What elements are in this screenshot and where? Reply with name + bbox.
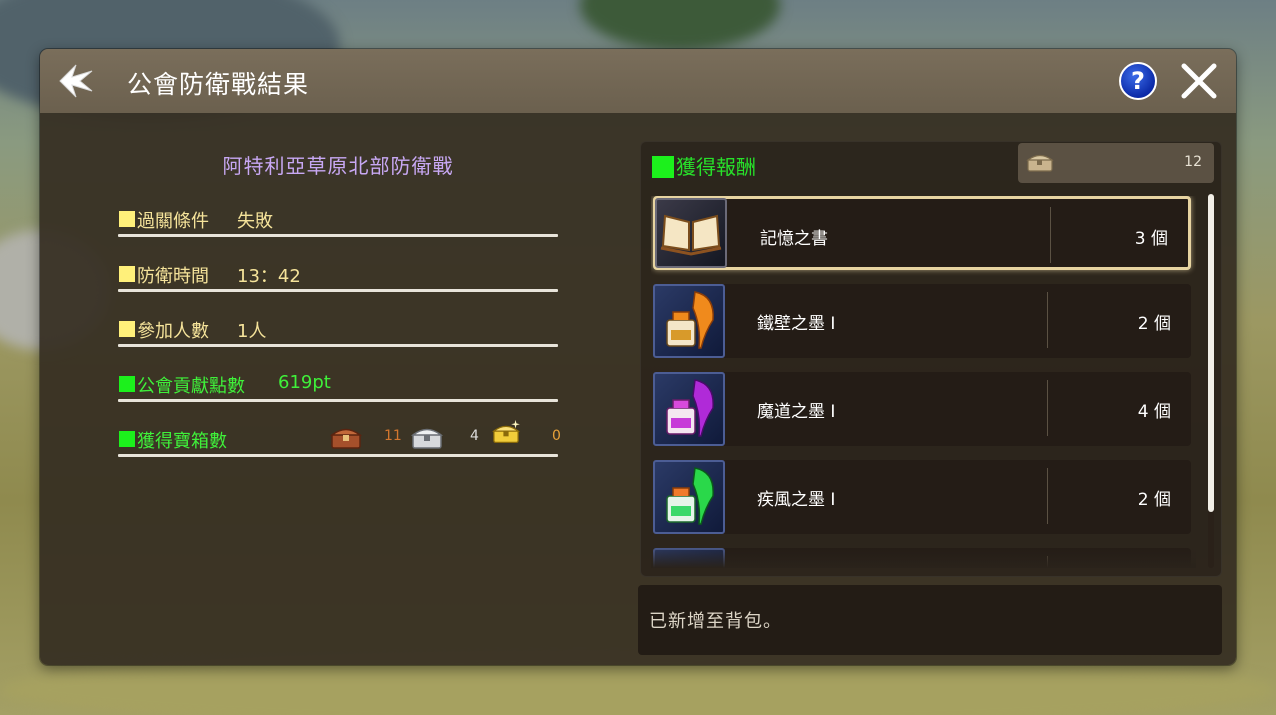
back-arrow-icon	[59, 64, 93, 98]
reward-panel: 獲得報酬 12 記憶之書 3 個 鐵壁之墨 I 2 個 魔道之墨 I 4 個 疾…	[640, 141, 1222, 577]
stat-value: 失敗	[237, 211, 273, 232]
divider	[1047, 468, 1048, 524]
message-box: 已新增至背包。	[638, 585, 1222, 655]
scrollbar-thumb[interactable]	[1208, 194, 1214, 512]
item-name: 疾風之墨 I	[757, 490, 836, 510]
silver-chest-count: 4	[470, 428, 479, 444]
stat-row-chests: 獲得寶箱數 11 4 0	[118, 419, 561, 457]
divider	[1047, 292, 1048, 348]
green-bullet-icon	[119, 431, 135, 447]
stat-value: 1人	[237, 321, 267, 342]
divider	[118, 454, 558, 457]
close-icon	[1181, 63, 1217, 99]
stat-row-condition: 過關條件 失敗	[118, 201, 558, 237]
bronze-chest-icon	[330, 428, 362, 449]
orange-ink-quill-icon	[653, 284, 725, 358]
bronze-chest-count: 11	[384, 428, 402, 444]
help-icon: ?	[1131, 67, 1145, 95]
reward-item[interactable]: 疾風之墨 I 2 個	[653, 460, 1191, 534]
yellow-bullet-icon	[119, 321, 135, 337]
reward-item[interactable]: 鐵壁之墨 I 2 個	[653, 284, 1191, 358]
green-bullet-icon	[119, 376, 135, 392]
gold-chest-icon	[491, 419, 521, 444]
close-button[interactable]	[1178, 60, 1220, 102]
divider	[118, 234, 558, 237]
reward-total-box: 12	[1018, 143, 1214, 183]
scrollbar[interactable]	[1208, 194, 1214, 568]
divider	[118, 399, 558, 402]
reward-title: 獲得報酬	[652, 151, 756, 180]
message-text: 已新增至背包。	[649, 611, 782, 632]
reward-total-count: 12	[1184, 154, 1202, 170]
stat-label: 公會貢獻點數	[137, 376, 245, 397]
back-button[interactable]	[56, 61, 96, 101]
reward-title-text: 獲得報酬	[676, 155, 756, 179]
stat-value: 13：42	[237, 266, 301, 287]
stat-row-participants: 參加人數 1人	[118, 311, 558, 347]
stat-label: 獲得寶箱數	[137, 431, 227, 452]
purple-ink-quill-icon	[653, 372, 725, 446]
reward-item[interactable]: 記憶之書 3 個	[653, 196, 1191, 270]
item-quantity: 2 個	[1137, 490, 1171, 510]
reward-item-list[interactable]: 記憶之書 3 個 鐵壁之墨 I 2 個 魔道之墨 I 4 個 疾風之墨 I 2 …	[651, 196, 1196, 568]
yellow-bullet-icon	[119, 266, 135, 282]
silver-chest-icon	[411, 428, 443, 449]
stat-label: 參加人數	[137, 321, 209, 342]
green-bullet-icon	[652, 156, 674, 178]
book-icon	[655, 198, 727, 268]
item-quantity: 4 個	[1137, 402, 1171, 422]
stat-label: 防衛時間	[137, 266, 209, 287]
list-fade	[651, 546, 1196, 568]
guild-defense-result-window: 公會防衛戰結果 ? 阿特利亞草原北部防衛戰 過關條件 失敗 防衛時間 13：42…	[40, 49, 1236, 665]
green-ink-quill-icon	[653, 460, 725, 534]
divider	[1050, 207, 1051, 263]
reward-item[interactable]: 魔道之墨 I 4 個	[653, 372, 1191, 446]
divider	[118, 344, 558, 347]
title-bar: 公會防衛戰結果 ?	[40, 49, 1236, 113]
stat-value: 619pt	[278, 372, 331, 393]
stat-row-time: 防衛時間 13：42	[118, 256, 558, 292]
help-button[interactable]: ?	[1119, 62, 1157, 100]
yellow-bullet-icon	[119, 211, 135, 227]
window-title: 公會防衛戰結果	[127, 70, 310, 99]
item-name: 鐵壁之墨 I	[757, 314, 836, 334]
item-name: 魔道之墨 I	[757, 402, 836, 422]
stat-row-contribution: 公會貢獻點數 619pt	[118, 366, 558, 402]
gold-chest-count: 0	[552, 428, 561, 444]
stage-name: 阿特利亞草原北部防衛戰	[222, 154, 454, 178]
chest-icon	[1026, 154, 1054, 172]
divider	[118, 289, 558, 292]
divider	[1047, 380, 1048, 436]
stat-label: 過關條件	[137, 211, 209, 232]
item-name: 記憶之書	[760, 229, 828, 249]
item-quantity: 3 個	[1134, 229, 1168, 249]
item-quantity: 2 個	[1137, 314, 1171, 334]
